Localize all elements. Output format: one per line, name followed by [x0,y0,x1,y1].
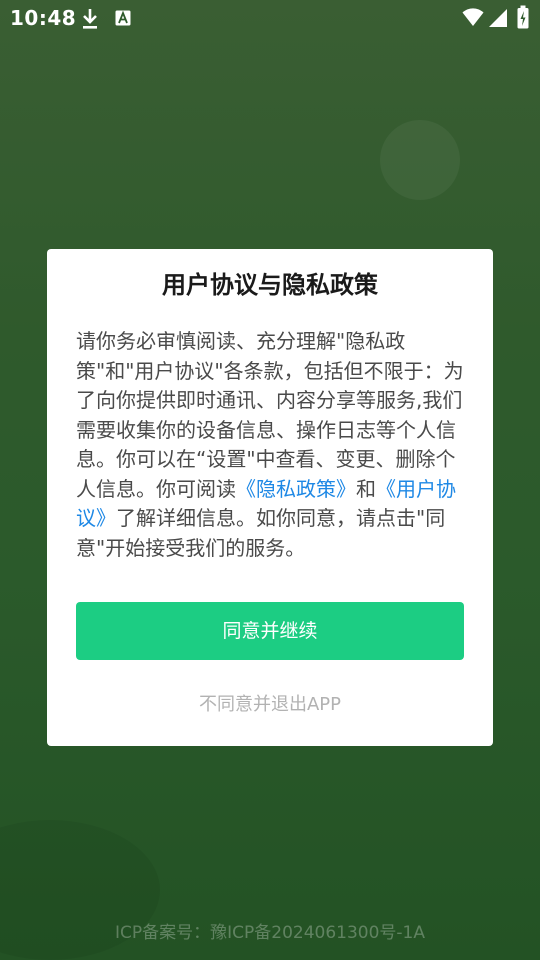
font-a-icon [115,10,131,30]
screen: 10:48 用户协议与隐私政策 请你务必审慎阅读、充分理解"隐私政策"和"用户协… [0,0,540,960]
dialog-body-text: 请你务必审慎阅读、充分理解"隐私政策"和"用户协议"各条款，包括但不限于：为了向… [76,327,468,563]
battery-icon [517,5,529,33]
dialog-title: 用户协议与隐私政策 [162,271,378,299]
status-bar: 10:48 [0,0,540,36]
body-text-and: 和 [356,476,376,501]
background-decoration [380,120,460,200]
disagree-exit-button[interactable]: 不同意并退出APP [0,690,540,716]
status-time: 10:48 [10,6,77,30]
agree-continue-button[interactable]: 同意并继续 [76,602,464,660]
privacy-policy-link[interactable]: 《隐私政策》 [236,477,356,501]
body-text-part1: 请你务必审慎阅读、充分理解"隐私政策"和"用户协议"各条款，包括但不限于：为了向… [76,329,464,501]
wifi-icon [462,7,484,31]
download-icon [80,8,100,34]
icp-record-text: ICP备案号：豫ICP备2024061300号-1A [114,923,425,943]
cellular-icon [488,8,508,32]
body-text-part2: 了解详细信息。如你同意，请点击"同意"开始接受我们的服务。 [76,506,446,560]
